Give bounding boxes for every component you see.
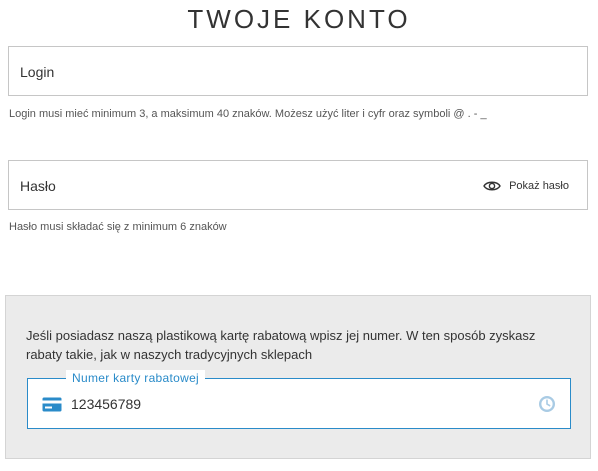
loyalty-card-info: Jeśli posiadasz naszą plastikową kartę r…: [26, 328, 536, 362]
login-field[interactable]: Login: [8, 46, 588, 96]
loyalty-card-panel: Jeśli posiadasz naszą plastikową kartę r…: [5, 295, 591, 459]
loyalty-card-value: 123456789: [71, 396, 142, 412]
page-title: TWOJE KONTO: [187, 4, 411, 34]
login-hint: Login musi mieć minimum 3, a maksimum 40…: [9, 108, 487, 120]
password-field[interactable]: Hasło Pokaż hasło: [8, 160, 588, 210]
eye-icon: [483, 180, 501, 192]
login-label: Login: [20, 64, 55, 80]
loyalty-card-input[interactable]: Numer karty rabatowej 123456789: [27, 370, 571, 429]
loyalty-card-legend: Numer karty rabatowej: [66, 370, 206, 386]
show-password-label: Pokaż hasło: [509, 180, 569, 192]
password-label: Hasło: [20, 178, 56, 194]
clock-icon: [538, 395, 556, 413]
password-hint: Hasło musi składać się z minimum 6 znakó…: [9, 221, 227, 233]
credit-card-icon: [42, 397, 62, 412]
show-password-button[interactable]: Pokaż hasło: [483, 176, 569, 196]
